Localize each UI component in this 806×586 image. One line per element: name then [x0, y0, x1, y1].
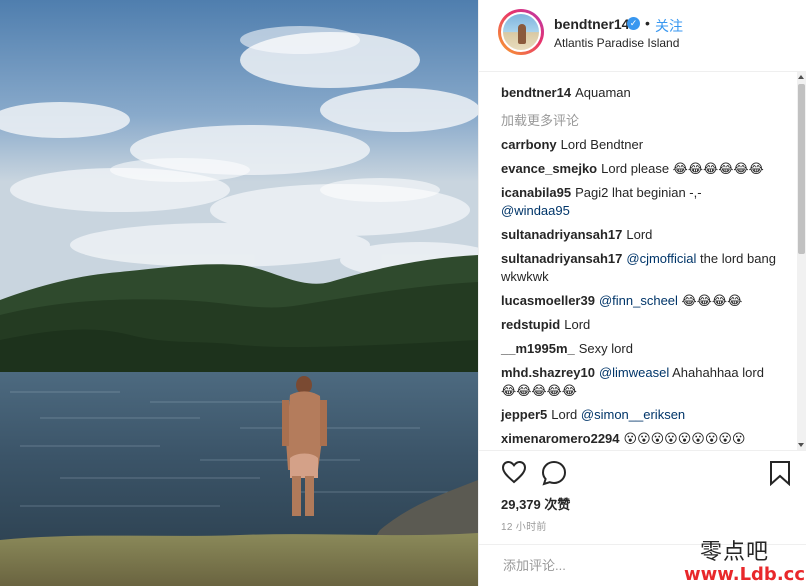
list-item: carrbony Lord Bendtner	[501, 136, 781, 154]
avatar-image[interactable]	[501, 12, 541, 52]
post-panel: bendtner14 ✓ • 关注 Atlantis Paradise Isla…	[478, 0, 806, 586]
comment-text: Lord	[551, 407, 578, 422]
scroll-down-icon[interactable]	[798, 443, 804, 447]
comment-mention[interactable]: @finn_scheel	[599, 293, 678, 308]
comment-input[interactable]	[501, 557, 665, 574]
comment-text: 😂😂😂😂	[681, 293, 743, 308]
post-username[interactable]: bendtner14	[554, 16, 629, 32]
lake-scene-image	[0, 0, 478, 586]
list-item: lucasmoeller39 @finn_scheel 😂😂😂😂	[501, 292, 781, 310]
comment-text: Sexy lord	[578, 341, 633, 356]
comment-username[interactable]: sultanadriyansah17	[501, 227, 622, 242]
post-header: bendtner14 ✓ • 关注 Atlantis Paradise Isla…	[479, 0, 806, 72]
list-item: mhd.shazrey10 @limweasel Ahahahhaa lord 😂…	[501, 364, 781, 400]
likes-label[interactable]: 次赞	[544, 497, 570, 512]
post-photo	[0, 0, 478, 586]
comment-username[interactable]: __m1995m_	[501, 341, 575, 356]
comment-username[interactable]: lucasmoeller39	[501, 293, 595, 308]
list-item: icanabila95 Pagi2 lhat beginian -,- @wind…	[501, 184, 781, 220]
list-item: ximenaromero2294 😮😮😮😮😮😮😮😮😮	[501, 430, 781, 448]
comment-text: Pagi2 lhat beginian -,-	[575, 185, 702, 200]
post-timestamp[interactable]: 12 小时前	[501, 518, 547, 533]
comment-text: Lord	[564, 317, 591, 332]
separator-dot: •	[645, 15, 650, 31]
scrollbar-thumb[interactable]	[798, 84, 805, 254]
comment-text: Lord please 😂😂😂😂😂😂	[601, 161, 764, 176]
list-item: evance_smejko Lord please 😂😂😂😂😂😂	[501, 160, 781, 178]
likes-count[interactable]: 29,379 次赞	[501, 494, 570, 513]
comment-mention[interactable]: @limweasel	[599, 365, 669, 380]
avatar[interactable]	[498, 9, 544, 55]
comments-scrollbar[interactable]	[797, 72, 806, 450]
comment-text: Lord Bendtner	[560, 137, 644, 152]
bookmark-icon[interactable]	[769, 460, 791, 491]
comment-username[interactable]: icanabila95	[501, 185, 571, 200]
comment-mention[interactable]: @cjmofficial	[626, 251, 696, 266]
verified-icon: ✓	[627, 17, 640, 30]
likes-number[interactable]: 29,379	[501, 497, 541, 512]
comment-username[interactable]: evance_smejko	[501, 161, 597, 176]
post-location[interactable]: Atlantis Paradise Island	[554, 36, 679, 50]
watermark-url: www.Ldb.cc	[684, 564, 805, 585]
comment-text: 😮😮😮😮😮😮😮😮😮	[623, 431, 746, 446]
list-item: sultanadriyansah17 @cjmofficial the lord …	[501, 250, 781, 286]
list-item: __m1995m_ Sexy lord	[501, 340, 781, 358]
caption: bendtner14 Aquaman	[501, 84, 781, 102]
watermark-text: 零点吧	[700, 540, 770, 565]
list-item: jepper5 Lord @simon__eriksen	[501, 406, 781, 424]
comment-username[interactable]: sultanadriyansah17	[501, 251, 622, 266]
load-more-comments-link[interactable]: 加载更多评论	[501, 110, 579, 129]
comment-username[interactable]: mhd.shazrey10	[501, 365, 595, 380]
comment-text: Lord	[626, 227, 653, 242]
caption-username[interactable]: bendtner14	[501, 85, 571, 100]
comment-username[interactable]: ximenaromero2294	[501, 431, 620, 446]
comments-list[interactable]: bendtner14 Aquaman 加载更多评论 carrbony Lord Be…	[479, 72, 806, 450]
comment-username[interactable]: jepper5	[501, 407, 547, 422]
list-item: sultanadriyansah17 Lord	[501, 226, 781, 244]
comment-icon[interactable]	[541, 460, 567, 491]
list-item: redstupid Lord	[501, 316, 781, 334]
scroll-up-icon[interactable]	[798, 75, 804, 79]
heart-icon[interactable]	[501, 460, 527, 489]
follow-button[interactable]: 关注	[655, 16, 683, 36]
caption-text: Aquaman	[575, 85, 631, 100]
comment-mention[interactable]: @windaa95	[501, 203, 570, 218]
comment-username[interactable]: carrbony	[501, 137, 557, 152]
comment-mention[interactable]: @simon__eriksen	[581, 407, 685, 422]
comment-username[interactable]: redstupid	[501, 317, 560, 332]
